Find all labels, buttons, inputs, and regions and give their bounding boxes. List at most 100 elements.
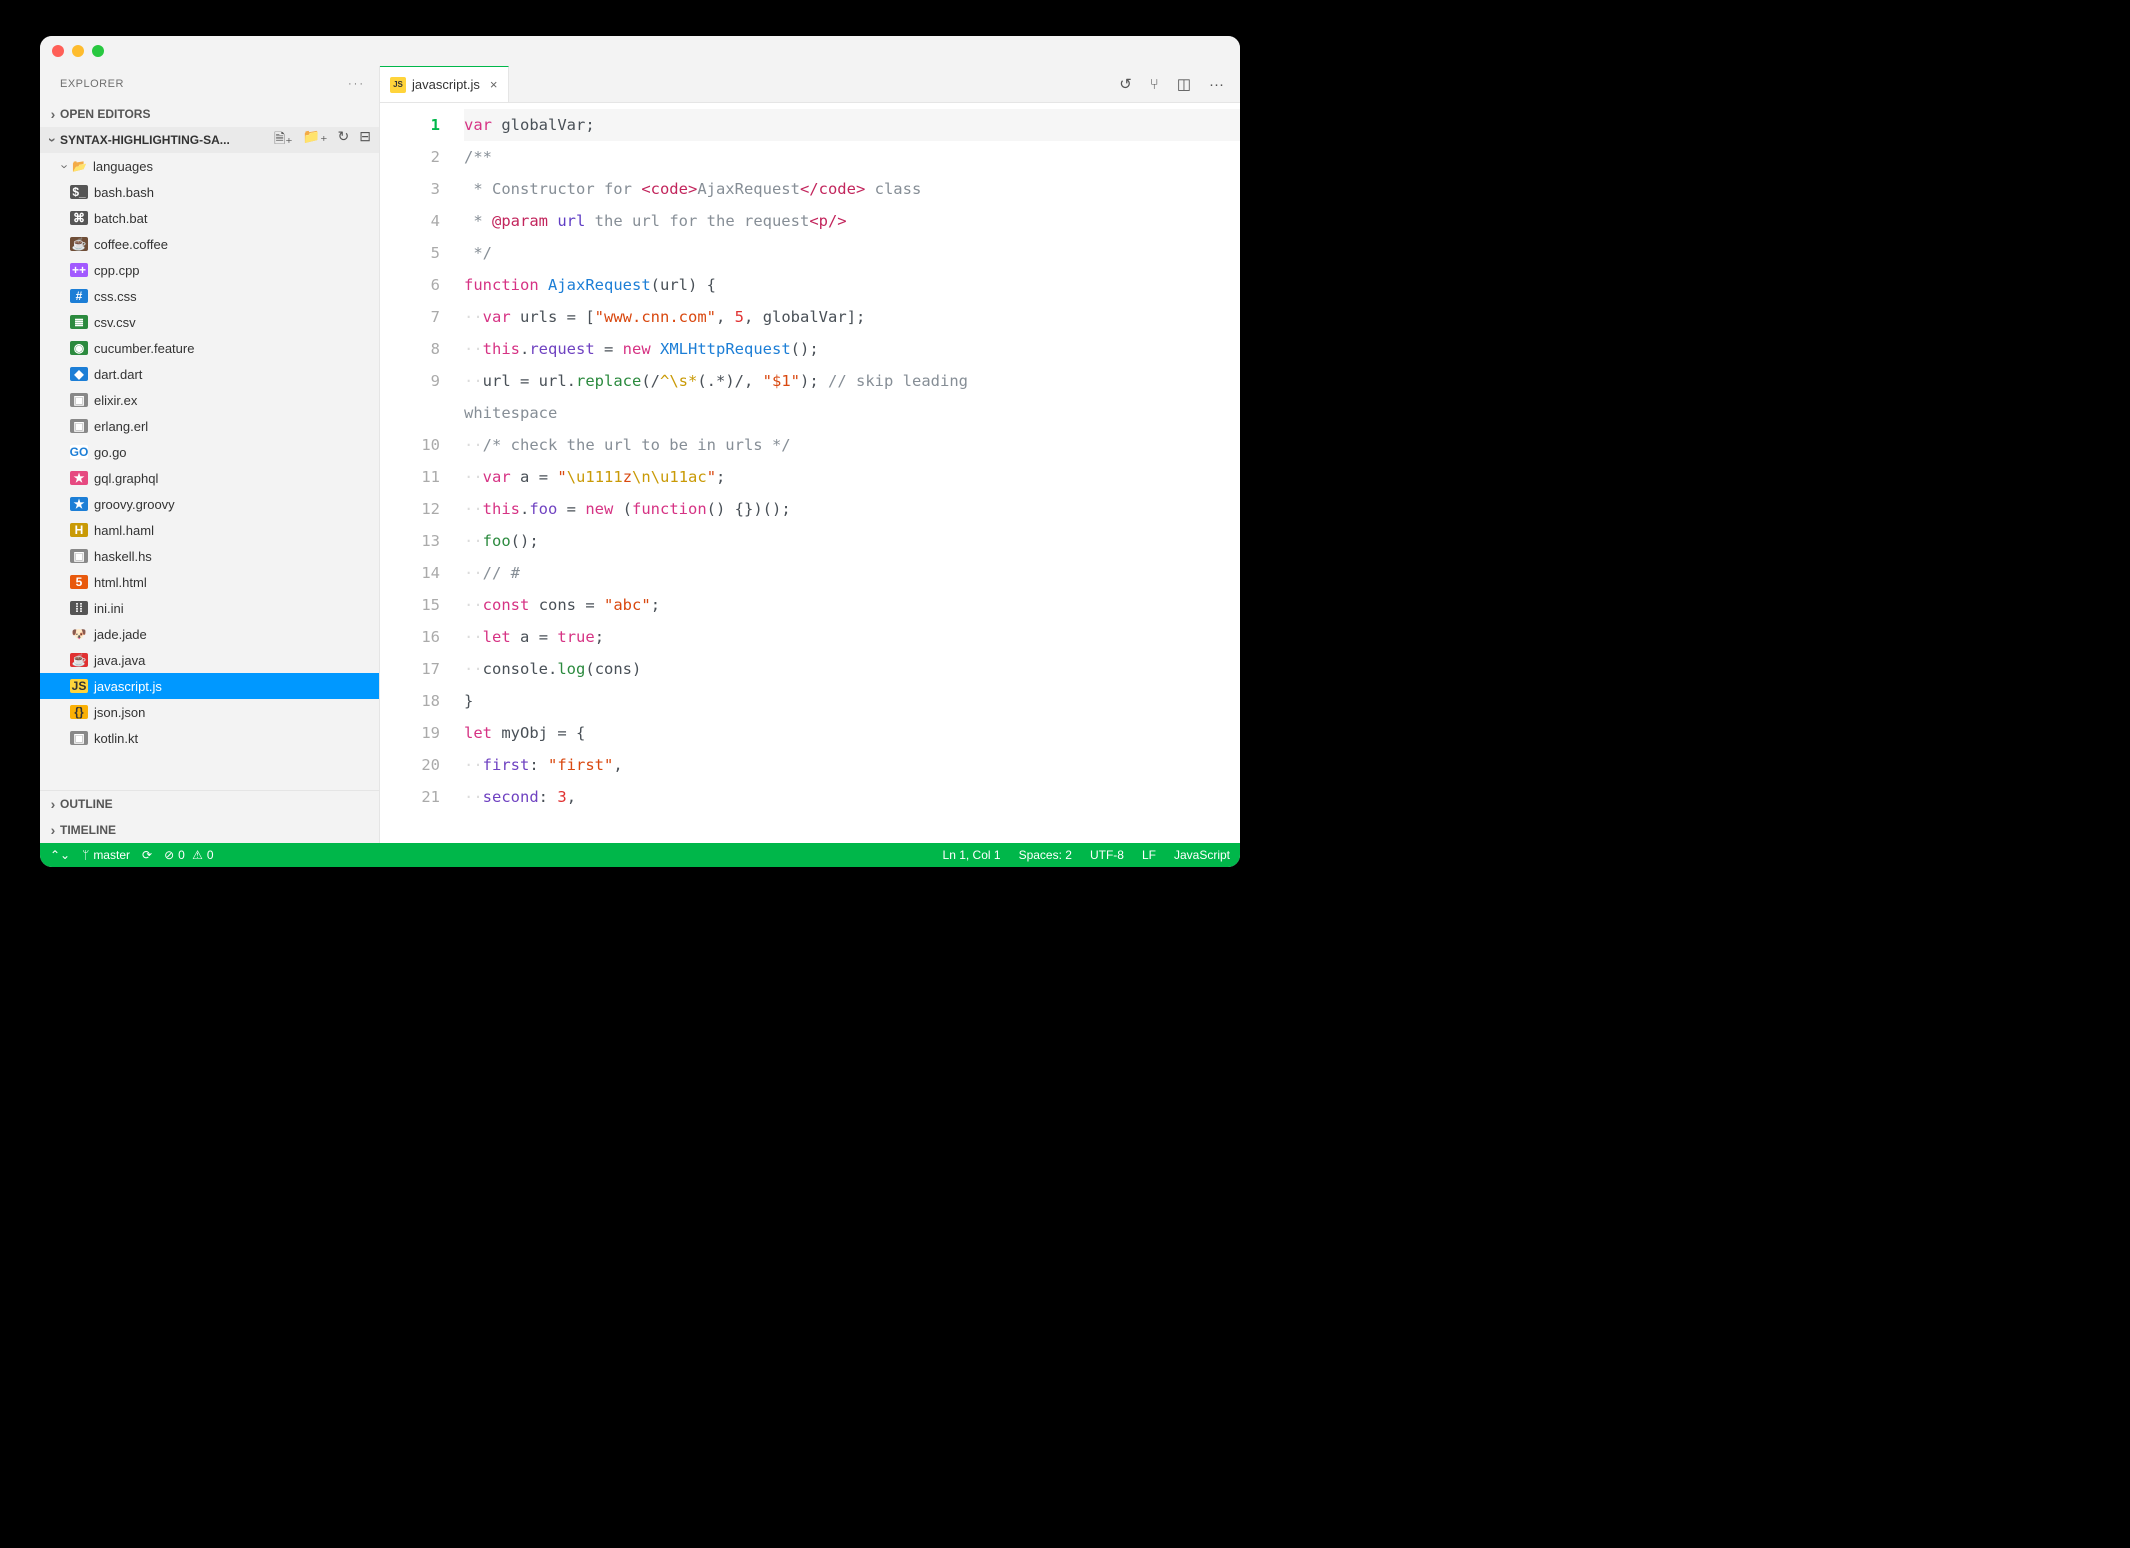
code-line[interactable]: * @param url the url for the request<p/> [464,205,1240,237]
file-csv-csv[interactable]: ≣csv.csv [40,309,379,335]
project-section[interactable]: › SYNTAX-HIGHLIGHTING-SA... 🗎₊ 📁₊ ↻ ⊟ [40,127,379,153]
code-line[interactable]: ··/* check the url to be in urls */ [464,429,1240,461]
code-line[interactable]: ··this.foo = new (function() {})(); [464,493,1240,525]
code-content[interactable]: var globalVar;/** * Constructor for <cod… [464,103,1240,843]
code-line[interactable]: ··second: 3, [464,781,1240,813]
indent-setting[interactable]: Spaces: 2 [1019,848,1072,862]
explorer-more-icon[interactable]: ··· [348,78,365,90]
chevron-right-icon: › [46,797,60,811]
line-gutter: 123456789101112131415161718192021 [380,103,464,843]
file-coffee-coffee[interactable]: ☕ coffee.coffee [40,231,379,257]
code-line[interactable]: ··foo(); [464,525,1240,557]
file-type-icon: ☕ [70,237,88,251]
file-cucumber-feature[interactable]: ◉cucumber.feature [40,335,379,361]
timeline-icon[interactable]: ↺ [1119,75,1132,93]
refresh-icon[interactable]: ↻ [338,128,350,152]
remote-icon[interactable]: ⌃⌄ [50,848,70,862]
code-line[interactable]: function AjaxRequest(url) { [464,269,1240,301]
code-line[interactable]: */ [464,237,1240,269]
file-kotlin-kt[interactable]: ▣kotlin.kt [40,725,379,751]
code-line[interactable]: ··const cons = "abc"; [464,589,1240,621]
file-json-json[interactable]: {}json.json [40,699,379,725]
line-number: 8 [380,333,440,365]
file-haskell-hs[interactable]: ▣haskell.hs [40,543,379,569]
new-file-icon[interactable]: 🗎₊ [274,128,293,152]
open-editors-label: OPEN EDITORS [60,107,150,121]
file-dart-dart[interactable]: ◆ dart.dart [40,361,379,387]
file-haml-haml[interactable]: Hhaml.haml [40,517,379,543]
file-groovy-groovy[interactable]: ★groovy.groovy [40,491,379,517]
split-editor-icon[interactable]: ◫ [1177,75,1191,93]
file-type-icon: ≣ [70,315,88,329]
folder-label: languages [93,159,153,174]
open-editors-section[interactable]: › OPEN EDITORS [40,101,379,127]
line-number: 11 [380,461,440,493]
chevron-right-icon: › [46,107,60,121]
file-type-icon: ◆ [70,367,88,381]
cursor-position[interactable]: Ln 1, Col 1 [943,848,1001,862]
code-line[interactable]: ··first: "first", [464,749,1240,781]
file-name: html.html [94,575,147,590]
file-javascript-js[interactable]: JSjavascript.js [40,673,379,699]
code-line[interactable]: ··console.log(cons) [464,653,1240,685]
titlebar[interactable] [40,36,1240,66]
code-line[interactable]: ··var urls = ["www.cnn.com", 5, globalVa… [464,301,1240,333]
git-branch[interactable]: ᛘ master [82,848,130,862]
code-line[interactable]: ··this.request = new XMLHttpRequest(); [464,333,1240,365]
code-line[interactable]: ··var a = "\u1111z\n\u11ac"; [464,461,1240,493]
code-line[interactable]: ··// # [464,557,1240,589]
file-type-icon: $_ [70,185,88,199]
code-line[interactable]: ··let a = true; [464,621,1240,653]
line-number: 19 [380,717,440,749]
collapse-icon[interactable]: ⊟ [359,128,371,152]
file-gql-graphql[interactable]: ★gql.graphql [40,465,379,491]
folder-languages[interactable]: › 📂 languages [40,153,379,179]
code-line[interactable]: /** [464,141,1240,173]
code-line[interactable]: var globalVar; [464,109,1240,141]
outline-section[interactable]: › OUTLINE [40,791,379,817]
file-name: go.go [94,445,127,460]
file-elixir-ex[interactable]: ▣elixir.ex [40,387,379,413]
diff-icon[interactable]: ⑂ [1150,76,1159,93]
code-line[interactable]: * Constructor for <code>AjaxRequest</cod… [464,173,1240,205]
file-jade-jade[interactable]: 🐶jade.jade [40,621,379,647]
file-css-css[interactable]: #css.css [40,283,379,309]
maximize-window-button[interactable] [92,45,104,57]
code-editor[interactable]: 123456789101112131415161718192021 var gl… [380,103,1240,843]
file-ini-ini[interactable]: ⁞⁞ini.ini [40,595,379,621]
close-window-button[interactable] [52,45,64,57]
code-line[interactable]: whitespace [464,397,1240,429]
file-name: dart.dart [94,367,142,382]
tab-javascript[interactable]: JS javascript.js × [380,66,509,102]
file-erlang-erl[interactable]: ▣erlang.erl [40,413,379,439]
file-name: groovy.groovy [94,497,175,512]
file-name: bash.bash [94,185,154,200]
eol[interactable]: LF [1142,848,1156,862]
file-name: gql.graphql [94,471,158,486]
code-line[interactable]: ··url = url.replace(/^\s*(.*)/, "$1"); /… [464,365,1240,397]
file-bash-bash[interactable]: $_ bash.bash [40,179,379,205]
file-type-icon: JS [70,679,88,693]
timeline-section[interactable]: › TIMELINE [40,817,379,843]
new-folder-icon[interactable]: 📁₊ [303,128,328,152]
file-html-html[interactable]: 5html.html [40,569,379,595]
tab-bar: JS javascript.js × ↺ ⑂ ◫ ··· [380,66,1240,103]
line-number: 5 [380,237,440,269]
sync-icon[interactable]: ⟳ [142,848,152,862]
file-go-go[interactable]: GOgo.go [40,439,379,465]
file-java-java[interactable]: ☕java.java [40,647,379,673]
more-actions-icon[interactable]: ··· [1209,76,1224,93]
file-cpp-cpp[interactable]: ++cpp.cpp [40,257,379,283]
encoding[interactable]: UTF-8 [1090,848,1124,862]
language-mode[interactable]: JavaScript [1174,848,1230,862]
line-number: 15 [380,589,440,621]
file-batch-bat[interactable]: ⌘batch.bat [40,205,379,231]
problems[interactable]: ⊘ 0 ⚠ 0 [164,848,214,862]
close-tab-icon[interactable]: × [490,77,498,92]
code-line[interactable]: let myObj = { [464,717,1240,749]
branch-name: master [93,848,130,862]
file-type-icon: 🐶 [70,627,88,641]
code-line[interactable]: } [464,685,1240,717]
minimize-window-button[interactable] [72,45,84,57]
file-name: coffee.coffee [94,237,168,252]
